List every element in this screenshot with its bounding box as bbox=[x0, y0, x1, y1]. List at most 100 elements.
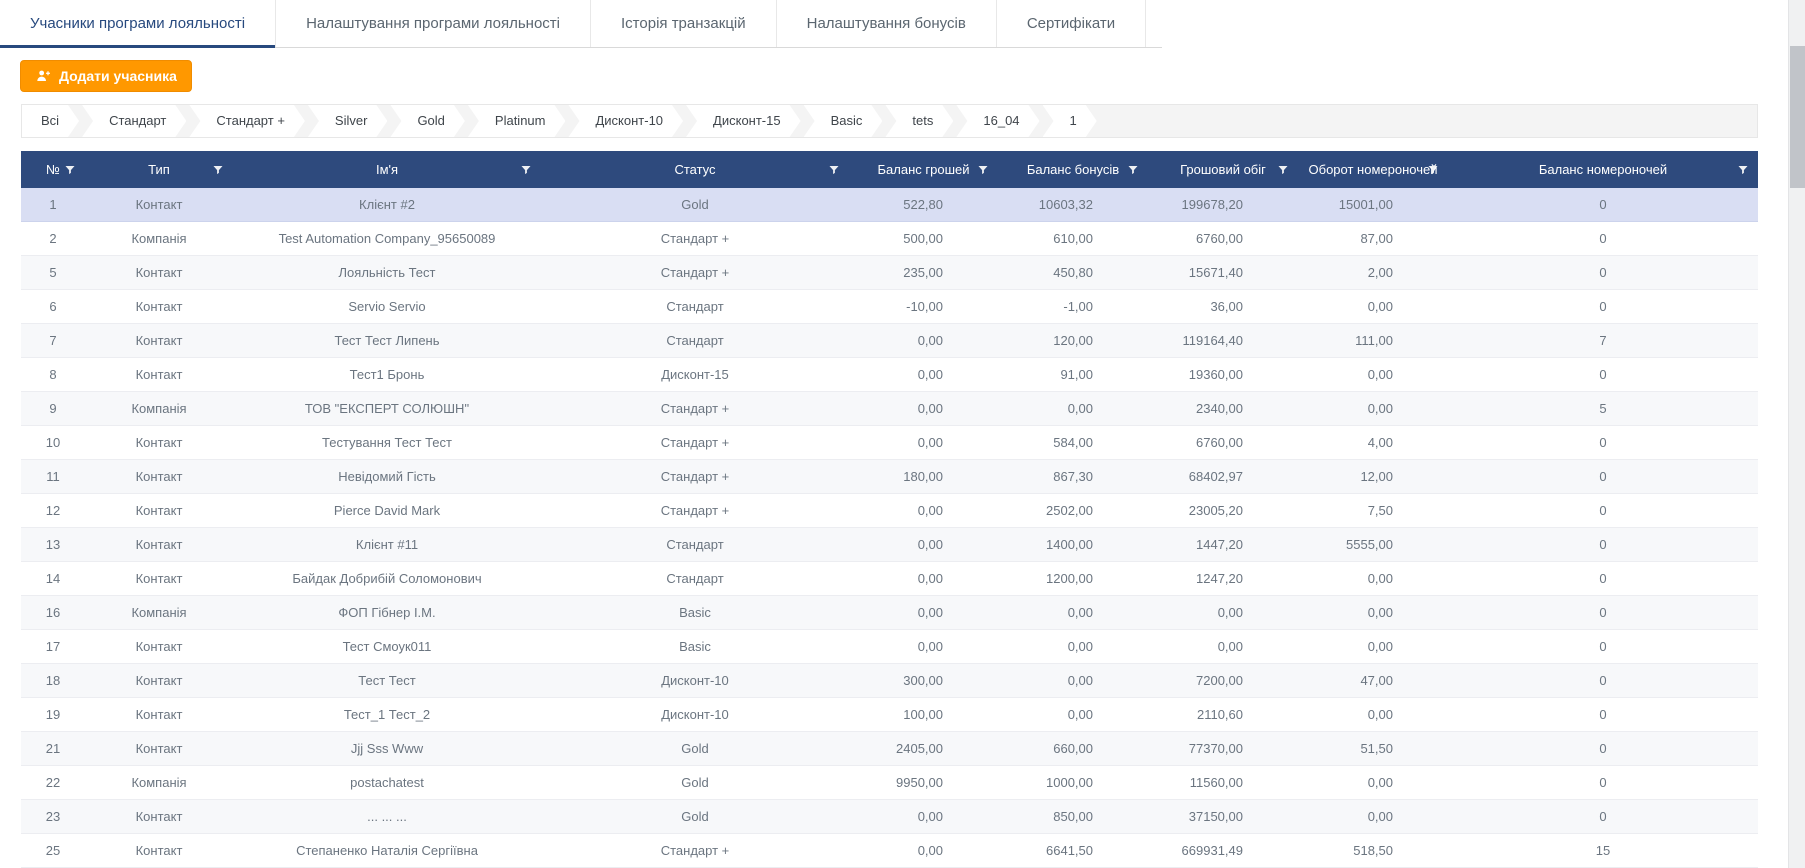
table-row[interactable]: 25КонтактСтепаненко Наталія СергіївнаСта… bbox=[21, 834, 1758, 868]
table-row[interactable]: 2КомпаніяTest Automation Company_9565008… bbox=[21, 222, 1758, 256]
cell-r16-c0: 21 bbox=[21, 732, 85, 765]
cell-r8-c7: 12,00 bbox=[1298, 460, 1448, 493]
filter-funnel-icon[interactable] bbox=[1737, 164, 1749, 176]
filter-chip-8[interactable]: Basic bbox=[804, 105, 883, 137]
table-row[interactable]: 5КонтактЛояльність ТестСтандарт +235,004… bbox=[21, 256, 1758, 290]
vertical-scrollbar[interactable] bbox=[1788, 0, 1805, 868]
add-user-icon bbox=[35, 68, 51, 84]
filter-chip-2[interactable]: Стандарт + bbox=[189, 105, 305, 137]
column-header-label: Баланс номероночей bbox=[1539, 162, 1667, 177]
tab-0[interactable]: Учасники програми лояльності bbox=[0, 0, 276, 47]
cell-r19-c6: 669931,49 bbox=[1148, 834, 1298, 867]
cell-r9-c6: 23005,20 bbox=[1148, 494, 1298, 527]
filter-chip-1[interactable]: Стандарт bbox=[82, 105, 186, 137]
column-header-8[interactable]: Баланс номероночей bbox=[1448, 151, 1758, 188]
column-header-6[interactable]: Грошовий обіг bbox=[1148, 151, 1298, 188]
cell-r19-c1: Контакт bbox=[85, 834, 233, 867]
cell-r15-c5: 0,00 bbox=[998, 698, 1148, 731]
cell-r19-c8: 15 bbox=[1448, 834, 1758, 867]
cell-r5-c6: 19360,00 bbox=[1148, 358, 1298, 391]
table-row[interactable]: 23Контакт... ... ...Gold0,00850,0037150,… bbox=[21, 800, 1758, 834]
filter-funnel-icon[interactable] bbox=[977, 164, 989, 176]
cell-r1-c3: Стандарт + bbox=[541, 222, 849, 255]
column-header-7[interactable]: Оборот номероночей bbox=[1298, 151, 1448, 188]
table-row[interactable]: 9КомпаніяТОВ "ЕКСПЕРТ СОЛЮШН"Стандарт +0… bbox=[21, 392, 1758, 426]
filter-chip-10[interactable]: 16_04 bbox=[956, 105, 1039, 137]
cell-r18-c4: 0,00 bbox=[849, 800, 998, 833]
table-row[interactable]: 1КонтактКлієнт #2Gold522,8010603,3219967… bbox=[21, 188, 1758, 222]
table-row[interactable]: 14КонтактБайдак Добрибій СоломоновичСтан… bbox=[21, 562, 1758, 596]
table-row[interactable]: 12КонтактPierce David MarkСтандарт +0,00… bbox=[21, 494, 1758, 528]
filter-chip-5[interactable]: Platinum bbox=[468, 105, 566, 137]
cell-r13-c3: Basic bbox=[541, 630, 849, 663]
filter-funnel-icon[interactable] bbox=[64, 164, 76, 176]
column-header-5[interactable]: Баланс бонусів bbox=[998, 151, 1148, 188]
cell-r18-c5: 850,00 bbox=[998, 800, 1148, 833]
cell-r7-c0: 10 bbox=[21, 426, 85, 459]
cell-r8-c6: 68402,97 bbox=[1148, 460, 1298, 493]
table-row[interactable]: 11КонтактНевідомий ГістьСтандарт +180,00… bbox=[21, 460, 1758, 494]
filter-funnel-icon[interactable] bbox=[1127, 164, 1139, 176]
add-member-label: Додати учасника bbox=[59, 68, 177, 84]
table-row[interactable]: 13КонтактКлієнт #11Стандарт0,001400,0014… bbox=[21, 528, 1758, 562]
column-header-1[interactable]: Тип bbox=[85, 151, 233, 188]
cell-r3-c6: 36,00 bbox=[1148, 290, 1298, 323]
filter-chip-0[interactable]: Всі bbox=[22, 105, 79, 137]
cell-r17-c3: Gold bbox=[541, 766, 849, 799]
cell-r19-c2: Степаненко Наталія Сергіївна bbox=[233, 834, 541, 867]
table-row[interactable]: 7КонтактТест Тест ЛипеньСтандарт0,00120,… bbox=[21, 324, 1758, 358]
column-header-2[interactable]: Ім'я bbox=[233, 151, 541, 188]
tab-3[interactable]: Налаштування бонусів bbox=[777, 0, 997, 47]
cell-r4-c0: 7 bbox=[21, 324, 85, 357]
filter-chip-6[interactable]: Дисконт-10 bbox=[568, 105, 683, 137]
table-row[interactable]: 18КонтактТест ТестДисконт-10300,000,0072… bbox=[21, 664, 1758, 698]
cell-r0-c6: 199678,20 bbox=[1148, 188, 1298, 221]
cell-r4-c1: Контакт bbox=[85, 324, 233, 357]
table-row[interactable]: 6КонтактServio ServioСтандарт-10,00-1,00… bbox=[21, 290, 1758, 324]
cell-r14-c2: Тест Тест bbox=[233, 664, 541, 697]
tab-4[interactable]: Сертифікати bbox=[997, 0, 1146, 47]
filter-chip-9[interactable]: tets bbox=[885, 105, 953, 137]
cell-r12-c7: 0,00 bbox=[1298, 596, 1448, 629]
table-row[interactable]: 17КонтактТест Смоук011Basic0,000,000,000… bbox=[21, 630, 1758, 664]
cell-r13-c4: 0,00 bbox=[849, 630, 998, 663]
table-row[interactable]: 8КонтактТест1 БроньДисконт-150,0091,0019… bbox=[21, 358, 1758, 392]
cell-r13-c7: 0,00 bbox=[1298, 630, 1448, 663]
filter-funnel-icon[interactable] bbox=[828, 164, 840, 176]
column-header-0[interactable]: № bbox=[21, 151, 85, 188]
cell-r14-c4: 300,00 bbox=[849, 664, 998, 697]
cell-r16-c6: 77370,00 bbox=[1148, 732, 1298, 765]
filter-funnel-icon[interactable] bbox=[212, 164, 224, 176]
add-member-button[interactable]: Додати учасника bbox=[20, 60, 192, 92]
scrollbar-thumb[interactable] bbox=[1790, 46, 1805, 188]
cell-r2-c6: 15671,40 bbox=[1148, 256, 1298, 289]
filter-chip-11[interactable]: 1 bbox=[1043, 105, 1097, 137]
table-row[interactable]: 22КомпаніяpostachatestGold9950,001000,00… bbox=[21, 766, 1758, 800]
column-header-3[interactable]: Статус bbox=[541, 151, 849, 188]
cell-r0-c5: 10603,32 bbox=[998, 188, 1148, 221]
tab-2[interactable]: Історія транзакцій bbox=[591, 0, 777, 47]
cell-r10-c0: 13 bbox=[21, 528, 85, 561]
filter-chip-4[interactable]: Gold bbox=[390, 105, 464, 137]
cell-r3-c3: Стандарт bbox=[541, 290, 849, 323]
table-row[interactable]: 10КонтактТестування Тест ТестСтандарт +0… bbox=[21, 426, 1758, 460]
column-header-4[interactable]: Баланс грошей bbox=[849, 151, 998, 188]
filter-chip-7[interactable]: Дисконт-15 bbox=[686, 105, 801, 137]
cell-r6-c3: Стандарт + bbox=[541, 392, 849, 425]
table-row[interactable]: 21КонтактJjj Sss WwwGold2405,00660,00773… bbox=[21, 732, 1758, 766]
filter-funnel-icon[interactable] bbox=[520, 164, 532, 176]
table-body: 1КонтактКлієнт #2Gold522,8010603,3219967… bbox=[21, 188, 1758, 868]
cell-r1-c1: Компанія bbox=[85, 222, 233, 255]
table-row[interactable]: 19КонтактТест_1 Тест_2Дисконт-10100,000,… bbox=[21, 698, 1758, 732]
cell-r3-c7: 0,00 bbox=[1298, 290, 1448, 323]
filter-funnel-icon[interactable] bbox=[1427, 164, 1439, 176]
cell-r6-c6: 2340,00 bbox=[1148, 392, 1298, 425]
tab-1[interactable]: Налаштування програми лояльності bbox=[276, 0, 591, 47]
cell-r7-c6: 6760,00 bbox=[1148, 426, 1298, 459]
table-row[interactable]: 16КомпаніяФОП Гібнер І.М.Basic0,000,000,… bbox=[21, 596, 1758, 630]
cell-r2-c0: 5 bbox=[21, 256, 85, 289]
cell-r17-c4: 9950,00 bbox=[849, 766, 998, 799]
filter-chip-3[interactable]: Silver bbox=[308, 105, 388, 137]
cell-r14-c1: Контакт bbox=[85, 664, 233, 697]
filter-funnel-icon[interactable] bbox=[1277, 164, 1289, 176]
